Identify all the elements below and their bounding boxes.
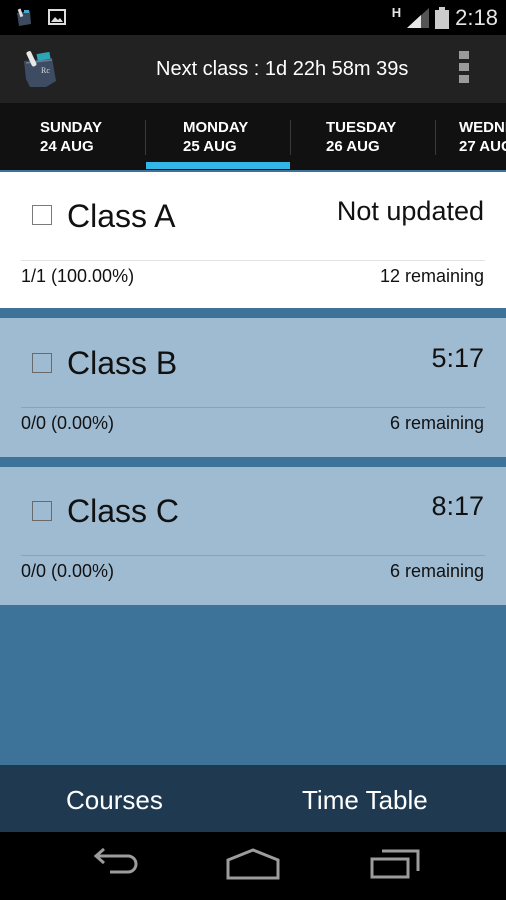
courses-button[interactable]: Courses [66, 765, 163, 832]
tab-day-label: SUNDAY [40, 119, 102, 136]
tab-day-label: TUESDAY [326, 119, 397, 136]
action-bar: Rc Next class : 1d 22h 58m 39s [0, 35, 506, 103]
day-tabs: SUNDAY 24 AUG MONDAY 25 AUG TUESDAY 26 AUG … [0, 103, 506, 170]
tab-date-label: 25 AUG [183, 138, 237, 155]
class-remaining: 6 remaining [389, 561, 484, 581]
pocket-app-icon[interactable]: Rc [20, 49, 60, 89]
class-remaining: 6 remaining [389, 413, 484, 433]
class-card[interactable]: Class B 5:17 0/0 (0.00%) 6 remaining [0, 318, 506, 457]
class-status: Not updated [336, 196, 484, 226]
tab-day-label: WEDNESDAY [459, 119, 506, 136]
class-progress: 1/1 (100.00%) [21, 266, 135, 286]
status-bar: H 2:18 [0, 0, 506, 35]
class-card[interactable]: Class A Not updated 1/1 (100.00%) 12 rem… [0, 172, 506, 308]
recent-apps-icon[interactable] [370, 846, 422, 880]
clock: 2:18 [455, 4, 498, 30]
time-table-button[interactable]: Time Table [302, 765, 428, 832]
network-type-indicator: H [391, 5, 402, 20]
tab-tuesday[interactable]: TUESDAY 26 AUG [290, 103, 435, 170]
tab-sunday[interactable]: SUNDAY 24 AUG [0, 103, 145, 170]
app-notification-icon [17, 8, 31, 26]
class-status: 8:17 [431, 491, 484, 521]
class-progress: 0/0 (0.00%) [21, 561, 115, 581]
back-icon[interactable] [88, 846, 138, 880]
battery-icon [435, 6, 450, 29]
class-card[interactable]: Class C 8:17 0/0 (0.00%) 6 remaining [0, 467, 506, 605]
selected-tab-indicator [146, 162, 290, 169]
next-class-countdown: Next class : 1d 22h 58m 39s [156, 58, 409, 80]
home-icon[interactable] [226, 846, 280, 880]
image-icon [48, 9, 66, 25]
card-divider [21, 555, 485, 556]
class-name: Class C [67, 493, 180, 529]
class-checkbox[interactable] [32, 353, 52, 373]
signal-icon [407, 7, 430, 28]
tab-wednesday[interactable]: WEDNESDAY 27 AUG [435, 103, 506, 170]
card-separator [0, 308, 506, 318]
class-checkbox[interactable] [32, 501, 52, 521]
bottom-action-bar: Courses Time Table [0, 765, 506, 832]
tab-date-label: 24 AUG [40, 138, 94, 155]
card-separator [0, 457, 506, 467]
class-remaining: 12 remaining [379, 266, 484, 286]
overflow-menu-icon[interactable] [459, 51, 471, 87]
tab-date-label: 27 AUG [459, 138, 506, 155]
class-name: Class B [67, 345, 178, 381]
class-progress: 0/0 (0.00%) [21, 413, 115, 433]
system-navigation-bar [0, 832, 506, 900]
svg-text:Rc: Rc [41, 66, 50, 75]
tab-monday[interactable]: MONDAY 25 AUG [145, 103, 290, 170]
tab-date-label: 26 AUG [326, 138, 380, 155]
class-name: Class A [67, 198, 176, 234]
class-status: 5:17 [431, 343, 484, 373]
card-divider [21, 407, 485, 408]
class-checkbox[interactable] [32, 205, 52, 225]
tab-day-label: MONDAY [183, 119, 249, 136]
card-divider [21, 260, 485, 261]
